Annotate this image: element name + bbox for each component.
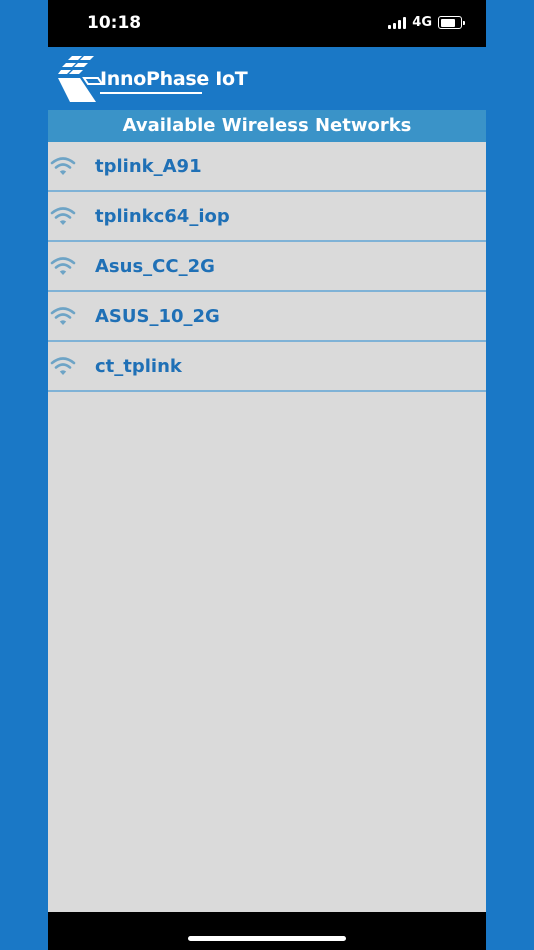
status-indicators: 4G bbox=[388, 15, 465, 30]
wifi-icon bbox=[50, 157, 76, 175]
network-name: ASUS_10_2G bbox=[95, 306, 220, 327]
phone-screen: 10:18 4G InnoPhase IoT Available Wireles… bbox=[48, 0, 486, 950]
wifi-icon bbox=[50, 357, 76, 375]
network-item[interactable]: Asus_CC_2G bbox=[48, 242, 486, 292]
network-name: tplinkc64_iop bbox=[95, 206, 230, 227]
network-item[interactable]: ASUS_10_2G bbox=[48, 292, 486, 342]
battery-icon bbox=[438, 16, 465, 29]
home-bar-area bbox=[48, 912, 486, 950]
network-name: tplink_A91 bbox=[95, 156, 202, 177]
network-name: Asus_CC_2G bbox=[95, 256, 215, 277]
wifi-icon bbox=[50, 207, 76, 225]
logo-underline bbox=[100, 92, 202, 94]
wifi-icon bbox=[50, 307, 76, 325]
network-name: ct_tplink bbox=[95, 356, 182, 377]
network-item[interactable]: tplinkc64_iop bbox=[48, 192, 486, 242]
network-list: tplink_A91 tplinkc64_iop Asus_CC_2G ASUS_10… bbox=[48, 142, 486, 392]
home-indicator[interactable] bbox=[188, 936, 346, 941]
logo-text: InnoPhase IoT bbox=[100, 68, 248, 90]
network-item[interactable]: tplink_A91 bbox=[48, 142, 486, 192]
list-title: Available Wireless Networks bbox=[48, 110, 486, 142]
status-time: 10:18 bbox=[87, 13, 142, 33]
network-type: 4G bbox=[412, 15, 432, 30]
signal-icon bbox=[388, 16, 407, 29]
innophase-logo-icon bbox=[58, 56, 104, 102]
wifi-icon bbox=[50, 257, 76, 275]
app-header: InnoPhase IoT bbox=[48, 47, 486, 110]
status-bar: 10:18 4G bbox=[48, 0, 486, 47]
network-item[interactable]: ct_tplink bbox=[48, 342, 486, 392]
